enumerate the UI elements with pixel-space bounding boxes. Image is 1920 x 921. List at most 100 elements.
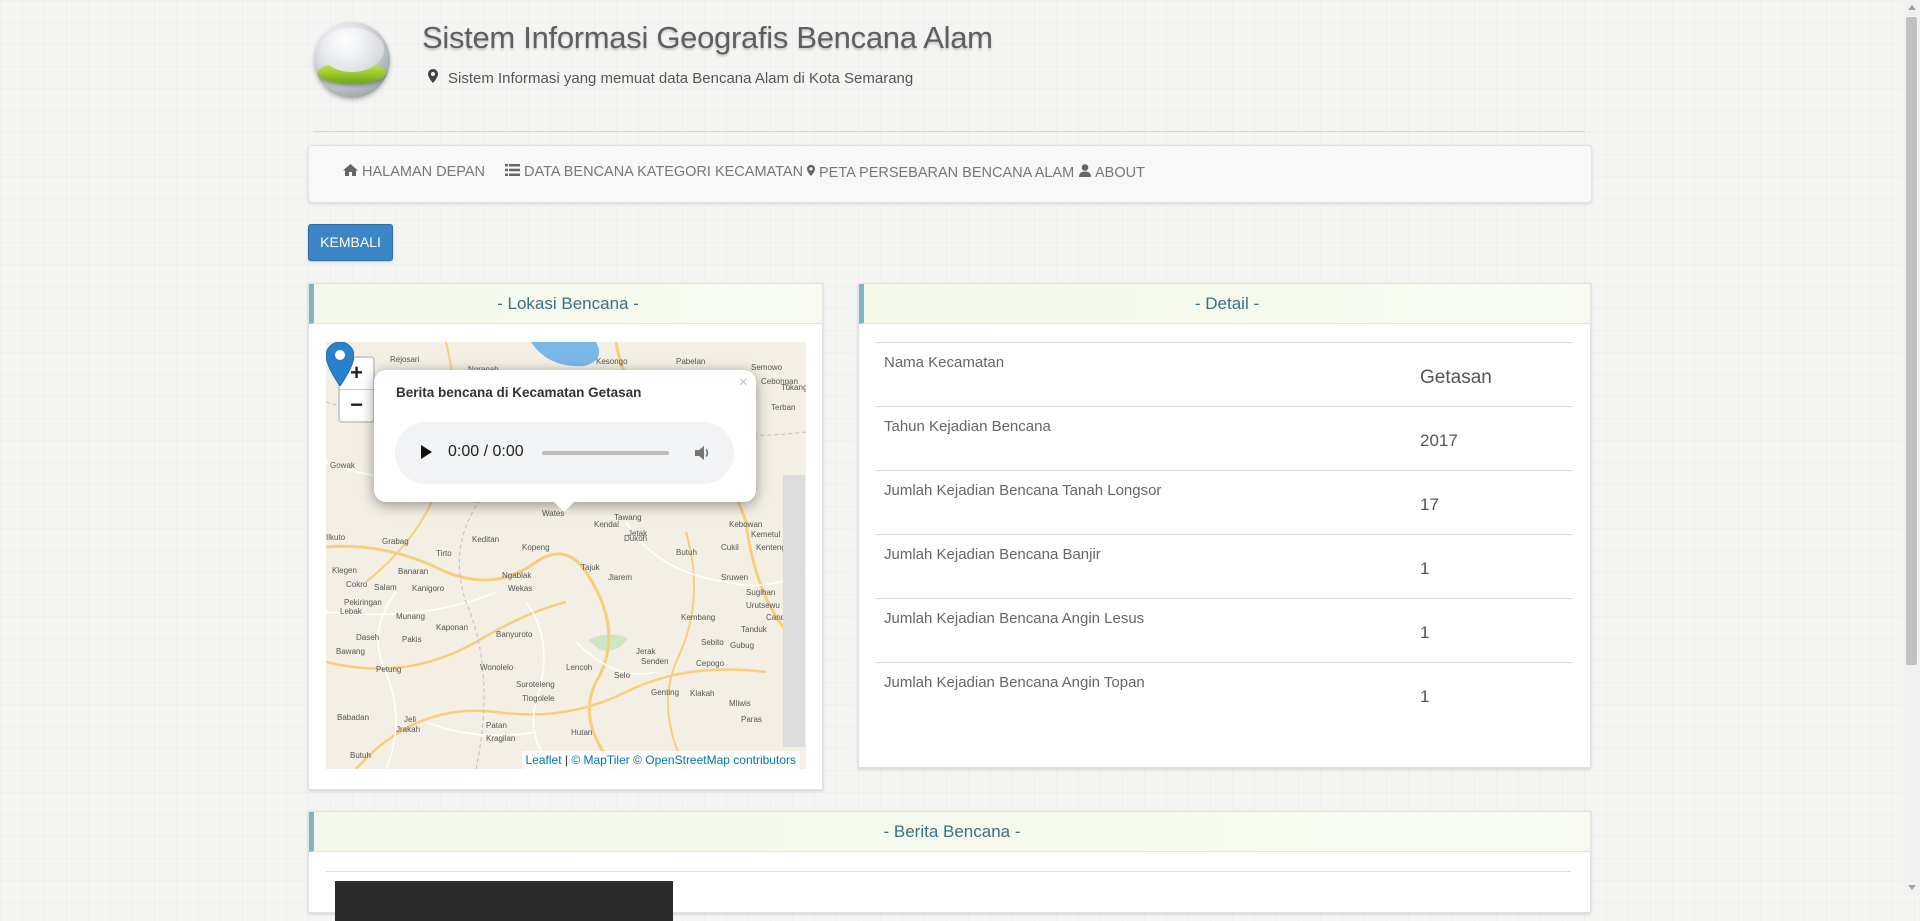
nav-label: HALAMAN DEPAN bbox=[362, 164, 486, 180]
map-place-label: Paras bbox=[741, 715, 762, 724]
popup-close-button[interactable]: × bbox=[739, 374, 748, 392]
table-row: Nama Kecamatan Getasan bbox=[875, 343, 1573, 407]
map-scrollbar[interactable] bbox=[783, 475, 805, 747]
map-place-label: Tukang bbox=[781, 383, 806, 392]
map-place-label: Keditan bbox=[472, 535, 499, 544]
site-logo bbox=[314, 22, 390, 98]
map-place-label: Wonolelo bbox=[480, 663, 514, 672]
map-place-label: Jlarem bbox=[608, 573, 632, 582]
map-place-label: Tajuk bbox=[581, 563, 601, 572]
map-place-label: Kemetul bbox=[751, 530, 781, 539]
list-icon bbox=[505, 164, 520, 180]
map-place-label: Senden bbox=[641, 657, 669, 666]
popup-title: Berita bencana di Kecamatan Getasan bbox=[396, 385, 642, 400]
map-place-label: Kaponan bbox=[436, 623, 468, 632]
nav-item-peta-persebaran[interactable]: PETA PERSEBARAN BENCANA ALAM bbox=[807, 164, 1074, 181]
home-icon bbox=[343, 164, 358, 180]
logo-globe bbox=[320, 28, 384, 72]
map-place-label: Terban bbox=[771, 403, 795, 412]
map-place-label: Tanduk bbox=[741, 625, 768, 634]
zoom-out-button[interactable]: − bbox=[340, 390, 373, 421]
lokasi-panel-title: - Lokasi Bencana - bbox=[309, 284, 822, 324]
map-place-label: Dukoh bbox=[624, 534, 647, 543]
row-label: Jumlah Kejadian Bencana Angin Lesus bbox=[884, 610, 1145, 627]
map-place-label: Butuh bbox=[350, 751, 371, 760]
map-place-label: Lencoh bbox=[566, 663, 592, 672]
table-row: Jumlah Kejadian Bencana Angin Lesus 1 bbox=[875, 599, 1573, 663]
header-divider bbox=[313, 131, 1585, 132]
nav-label: ABOUT bbox=[1095, 165, 1145, 181]
map-place-label: Semowo bbox=[751, 363, 783, 372]
map-place-label: Tirto bbox=[436, 549, 452, 558]
map-place-label: Pekiringan bbox=[344, 598, 382, 607]
map-place-label: Grabag bbox=[382, 537, 409, 546]
volume-icon[interactable] bbox=[693, 444, 711, 462]
user-icon bbox=[1079, 164, 1091, 181]
map-place-label: Genting bbox=[651, 688, 679, 697]
berita-video[interactable] bbox=[335, 881, 673, 921]
map-place-label: Ngablak bbox=[502, 571, 532, 580]
table-row: Jumlah Kejadian Bencana Tanah Longsor 17 bbox=[875, 471, 1573, 535]
map-place-label: Kendal bbox=[594, 520, 619, 529]
back-button[interactable]: KEMBALI bbox=[308, 224, 393, 261]
page-scrollbar[interactable] bbox=[1903, 0, 1920, 895]
map-place-label: Daseh bbox=[356, 633, 379, 642]
map-place-label: Urutsewu bbox=[746, 601, 780, 610]
leaflet-link[interactable]: Leaflet bbox=[526, 753, 562, 767]
table-row: Jumlah Kejadian Bencana Banjir 1 bbox=[875, 535, 1573, 599]
map-place-label: Ilkuto bbox=[326, 533, 346, 542]
row-label: Jumlah Kejadian Bencana Banjir bbox=[884, 546, 1101, 563]
nav-item-about[interactable]: ABOUT bbox=[1079, 164, 1145, 181]
map-place-label: Mliwis bbox=[729, 699, 751, 708]
row-value: 1 bbox=[1420, 687, 1430, 706]
table-row: Tahun Kejadian Bencana 2017 bbox=[875, 407, 1573, 471]
row-value: Getasan bbox=[1420, 367, 1492, 388]
subtitle-text: Sistem Informasi yang memuat data Bencan… bbox=[448, 70, 914, 87]
map-place-label: Klegen bbox=[332, 566, 357, 575]
map-place-label: Jeli bbox=[404, 715, 416, 724]
audio-player: 0:00 / 0:00 bbox=[395, 422, 734, 484]
map-marker-icon bbox=[428, 69, 442, 87]
attribution-separator: | bbox=[561, 753, 572, 767]
map-place-label: Selo bbox=[614, 671, 631, 680]
map-place-label: Kanigoro bbox=[412, 584, 445, 593]
berita-divider bbox=[326, 871, 1571, 872]
nav-item-data-bencana[interactable]: DATA BENCANA KATEGORI KECAMATAN bbox=[505, 164, 803, 180]
map-place-label: Rejosari bbox=[390, 355, 420, 364]
tiles-attribution-link[interactable]: © MapTiler © OpenStreetMap contributors bbox=[571, 753, 796, 767]
map-place-label: Pakis bbox=[402, 635, 422, 644]
audio-progress-track[interactable] bbox=[542, 451, 669, 455]
play-icon[interactable] bbox=[421, 445, 432, 459]
scroll-up-icon[interactable] bbox=[1908, 5, 1916, 10]
map-place-label: Jrakah bbox=[396, 725, 420, 734]
map-place-label: Gowak bbox=[330, 461, 356, 470]
map-place-label: Sebito bbox=[701, 638, 724, 647]
map-place-label: Babadan bbox=[337, 713, 369, 722]
map-marker-icon[interactable] bbox=[326, 342, 354, 386]
map-place-label: Gubug bbox=[730, 641, 754, 650]
map-place-label: Salam bbox=[374, 583, 397, 592]
row-value: 1 bbox=[1420, 559, 1430, 578]
map-place-label: Cokro bbox=[346, 580, 368, 589]
map-view[interactable]: RejosariNgrapahKesongoPabelanSemowoCebon… bbox=[326, 342, 806, 769]
scroll-down-icon[interactable] bbox=[1908, 885, 1916, 890]
row-value: 1 bbox=[1420, 623, 1430, 642]
map-marker-icon bbox=[807, 164, 815, 181]
nav-label: DATA BENCANA KATEGORI KECAMATAN bbox=[524, 164, 804, 180]
map-place-label: Kopeng bbox=[522, 543, 550, 552]
lokasi-bencana-panel: - Lokasi Bencana - Rejosari Kesongo Pabe… bbox=[308, 283, 823, 790]
map-place-label: Klakah bbox=[690, 689, 714, 698]
map-place-label: Kenteng bbox=[756, 543, 786, 552]
map-place-label: Hutan bbox=[571, 728, 592, 737]
berita-panel-title: - Berita Bencana - bbox=[309, 812, 1590, 852]
map-place-label: Cukil bbox=[721, 543, 739, 552]
map-attribution: Leaflet | © MapTiler © OpenStreetMap con… bbox=[521, 751, 800, 769]
map-place-label: Petung bbox=[376, 665, 401, 674]
scrollbar-thumb[interactable] bbox=[1906, 17, 1917, 665]
map-place-label: Sruwen bbox=[721, 573, 748, 582]
map-place-label: Munang bbox=[396, 612, 425, 621]
row-value: 17 bbox=[1420, 495, 1439, 514]
map-place-label: Suroteleng bbox=[516, 680, 555, 689]
table-row: Jumlah Kejadian Bencana Angin Topan 1 bbox=[875, 663, 1573, 726]
nav-item-halaman-depan[interactable]: HALAMAN DEPAN bbox=[343, 164, 485, 180]
